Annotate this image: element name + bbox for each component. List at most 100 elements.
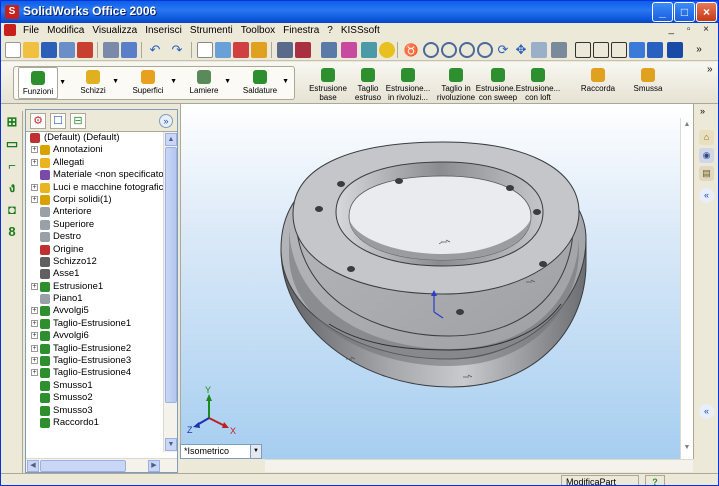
select-icon[interactable] bbox=[197, 42, 213, 58]
toolbar-icon[interactable] bbox=[341, 42, 357, 58]
perspective-icon[interactable] bbox=[667, 42, 683, 58]
print-preview-icon[interactable] bbox=[121, 42, 137, 58]
expand-icon[interactable]: + bbox=[31, 357, 38, 365]
status-help[interactable]: ? bbox=[645, 475, 665, 485]
tab-saldature[interactable]: Saldature ▼ bbox=[240, 67, 289, 95]
tab-funzioni[interactable]: Funzioni ▼ bbox=[18, 67, 66, 99]
print-icon-2[interactable] bbox=[103, 42, 119, 58]
shaded-with-edges-icon[interactable] bbox=[629, 42, 645, 58]
collapse-panel-icon[interactable]: » bbox=[159, 114, 173, 128]
menu-item-7[interactable]: ? bbox=[323, 24, 337, 38]
assembly-icon[interactable]: 8 bbox=[5, 225, 19, 239]
smart-select-icon[interactable] bbox=[215, 42, 231, 58]
expand-icon[interactable]: + bbox=[31, 369, 38, 377]
rebuild-icon[interactable] bbox=[251, 42, 267, 58]
tree-item[interactable]: Destro bbox=[26, 231, 163, 243]
features-toolbar-icon[interactable]: ⊞ bbox=[5, 115, 19, 129]
scroll-down-icon[interactable]: ▼ bbox=[165, 438, 177, 451]
tree-item[interactable]: + Avvolgi6 bbox=[26, 330, 163, 342]
scroll-right-icon[interactable]: ▶ bbox=[148, 460, 160, 472]
feature-manager-tab[interactable]: ⚙ bbox=[30, 113, 46, 129]
tab-schizzi[interactable]: Schizzi ▼ bbox=[76, 67, 119, 95]
tree-item[interactable]: + Taglio-Estrusione4 bbox=[26, 367, 163, 379]
menu-item-2[interactable]: Visualizza bbox=[88, 24, 141, 38]
tree-item[interactable]: + Taglio-Estrusione3 bbox=[26, 355, 163, 367]
view-orientation-select[interactable]: *Isometrico ▼ bbox=[180, 444, 262, 459]
tree-item[interactable]: Materiale <non specificato> bbox=[26, 169, 163, 181]
tree-item[interactable]: Raccordo1 bbox=[26, 417, 163, 429]
new-icon[interactable] bbox=[5, 42, 21, 58]
app-icon[interactable]: S bbox=[5, 5, 19, 19]
print-icon[interactable] bbox=[59, 42, 75, 58]
tree-item[interactable]: + Luci e macchine fotografiche bbox=[26, 182, 163, 194]
tree-item[interactable]: + Allegati bbox=[26, 157, 163, 169]
zoom-area-icon[interactable] bbox=[441, 42, 457, 58]
tab-superfici[interactable]: Superfici ▼ bbox=[128, 67, 177, 95]
tree-item[interactable]: Smusso3 bbox=[26, 405, 163, 417]
toolbar-overflow-icon[interactable]: » bbox=[691, 42, 707, 58]
chevron-down-icon[interactable]: ▼ bbox=[224, 77, 231, 86]
pan-icon[interactable]: ✥ bbox=[513, 42, 529, 58]
redo-icon[interactable]: ↷ bbox=[169, 42, 185, 58]
display-style-icon[interactable] bbox=[551, 42, 567, 58]
scroll-thumb[interactable] bbox=[165, 147, 177, 403]
graphics-area[interactable]: Y X Z bbox=[180, 104, 693, 459]
chevron-down-icon[interactable]: ▼ bbox=[112, 77, 119, 86]
title-bar[interactable]: S SolidWorks Office 2006 _ □ × bbox=[1, 1, 718, 23]
task-pane-top-icon[interactable]: » bbox=[700, 106, 705, 116]
home-icon[interactable]: ⌂ bbox=[699, 130, 714, 145]
curves-icon[interactable]: ง bbox=[5, 181, 19, 195]
command-button-3[interactable]: Taglio in rivoluzione bbox=[433, 68, 479, 102]
command-button-2[interactable]: Estrusione... in rivoluzi... bbox=[385, 68, 431, 102]
part-model[interactable]: Y X Z bbox=[181, 104, 681, 459]
save-icon[interactable] bbox=[41, 42, 57, 58]
tree-item[interactable]: + Estrusione1 bbox=[26, 281, 163, 293]
scroll-up-icon[interactable]: ▲ bbox=[165, 133, 177, 146]
menu-item-3[interactable]: Inserisci bbox=[141, 24, 186, 38]
maximize-button[interactable]: □ bbox=[674, 2, 695, 22]
zoom-fit-icon[interactable] bbox=[423, 42, 439, 58]
scroll-up-icon[interactable]: ▲ bbox=[681, 121, 693, 133]
minimize-button[interactable]: _ bbox=[652, 2, 673, 22]
tree-item[interactable]: + Annotazioni bbox=[26, 144, 163, 156]
tree-item[interactable]: + Taglio-Estrusione1 bbox=[26, 318, 163, 330]
expand-icon[interactable]: + bbox=[31, 158, 38, 166]
online-resources-icon[interactable]: ◉ bbox=[699, 148, 714, 163]
expand-icon[interactable]: + bbox=[31, 307, 38, 315]
chevron-down-icon[interactable]: ▼ bbox=[59, 78, 66, 87]
menu-item-6[interactable]: Finestra bbox=[279, 24, 323, 38]
tree-item[interactable]: Piano1 bbox=[26, 293, 163, 305]
sketch-toolbar-icon[interactable]: ▭ bbox=[5, 137, 19, 151]
scroll-thumb[interactable] bbox=[40, 460, 126, 472]
window-icon[interactable] bbox=[321, 42, 337, 58]
undo-icon[interactable]: ↶ bbox=[147, 42, 163, 58]
chevron-down-icon[interactable]: ▼ bbox=[282, 77, 289, 86]
wireframe-icon[interactable] bbox=[575, 42, 591, 58]
configuration-manager-tab[interactable]: ⊟ bbox=[70, 113, 86, 129]
chevron-down-icon[interactable]: ▼ bbox=[170, 77, 177, 86]
expand-pane-icon[interactable]: « bbox=[699, 188, 714, 203]
zoom-selection-icon[interactable] bbox=[477, 42, 493, 58]
scroll-down-icon[interactable]: ▼ bbox=[681, 444, 693, 456]
menu-item-1[interactable]: Modifica bbox=[43, 24, 88, 38]
rebuild-options-icon[interactable] bbox=[77, 42, 93, 58]
expand-icon[interactable]: + bbox=[31, 282, 38, 290]
expand-icon[interactable]: + bbox=[31, 195, 38, 203]
design-library-icon[interactable]: ▤ bbox=[699, 166, 714, 181]
shaded-icon[interactable] bbox=[647, 42, 663, 58]
command-button-7[interactable]: Smussa bbox=[625, 68, 671, 93]
tree-item[interactable]: Schizzo12 bbox=[26, 256, 163, 268]
graphics-horizontal-scrollbar[interactable] bbox=[265, 459, 693, 472]
hidden-lines-visible-icon[interactable] bbox=[593, 42, 609, 58]
expand-icon[interactable]: + bbox=[31, 332, 38, 340]
collapse-pane-icon[interactable]: « bbox=[699, 404, 714, 419]
molds-icon[interactable]: ◘ bbox=[5, 203, 19, 217]
options-icon[interactable] bbox=[295, 42, 311, 58]
sketch-icon[interactable] bbox=[233, 42, 249, 58]
reference-geometry-icon[interactable]: ⌐ bbox=[5, 159, 19, 173]
open-icon[interactable] bbox=[23, 42, 39, 58]
hidden-lines-removed-icon[interactable] bbox=[611, 42, 627, 58]
menu-item-5[interactable]: Toolbox bbox=[237, 24, 279, 38]
tree-item[interactable]: + Corpi solidi(1) bbox=[26, 194, 163, 206]
zoom-in-out-icon[interactable] bbox=[459, 42, 475, 58]
